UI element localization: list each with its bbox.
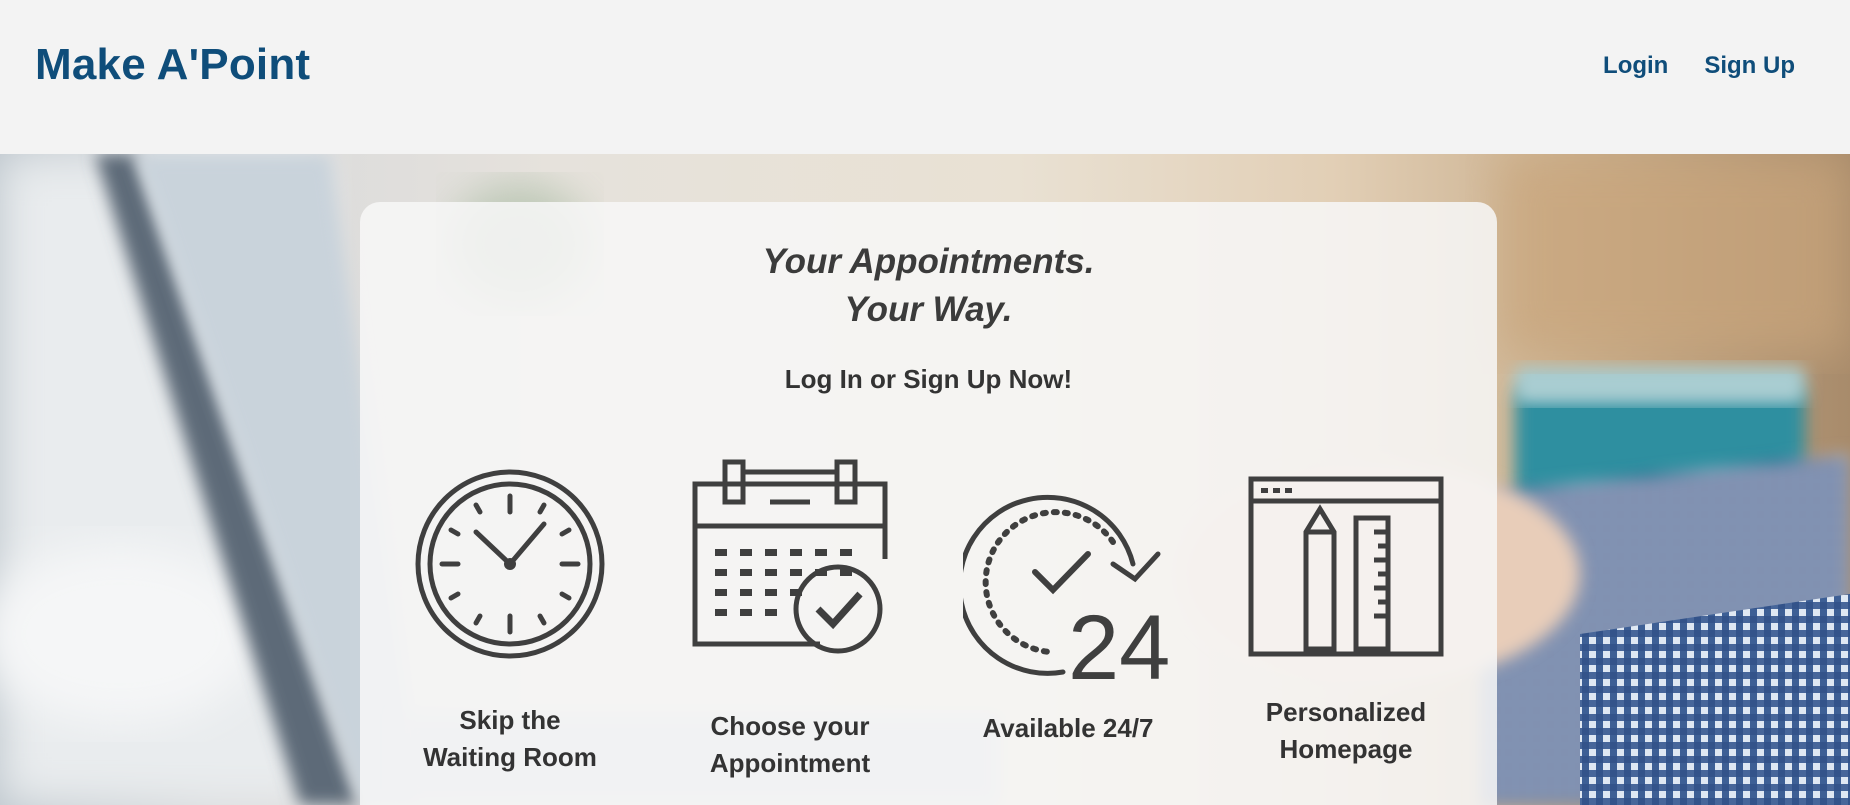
feature-label: Personalized Homepage — [1226, 694, 1466, 768]
svg-text:24: 24 — [1068, 597, 1170, 694]
feature-label-line-1: Available 24/7 — [982, 713, 1154, 743]
personalized-homepage-icon — [1248, 476, 1444, 657]
nav-links: Login Sign Up — [1603, 52, 1795, 80]
feature-label-line-2: Homepage — [1279, 734, 1413, 764]
hero-subhead: Log In or Sign Up Now! — [784, 364, 1073, 394]
clock-icon — [415, 469, 605, 659]
sign-up-link[interactable]: Sign Up — [1704, 52, 1795, 80]
feature-skip-waiting-room: Skip the Waiting Room — [390, 464, 630, 784]
feature-label-line-2: Waiting Room — [423, 742, 597, 772]
brand-logo-link[interactable]: Make A'Point — [35, 40, 310, 90]
available-24-7-icon: 24 — [963, 494, 1170, 694]
welcome-card: Your Appointments. Your Way. Log In or S… — [360, 202, 1497, 805]
feature-label-line-1: Personalized — [1265, 697, 1427, 727]
feature-label: Available 24/7 — [948, 710, 1188, 747]
headline-line-2: Your Way. — [844, 290, 1013, 329]
feature-available-24-7: 24 Available 24/7 — [948, 464, 1188, 784]
navbar: Make A'Point Login Sign Up — [0, 0, 1850, 154]
hero-section: Your Appointments. Your Way. Log In or S… — [0, 154, 1850, 805]
calendar-check-icon — [692, 459, 888, 654]
feature-label-line-1: Choose your — [710, 711, 870, 741]
headline-line-1: Your Appointments. — [762, 242, 1095, 281]
feature-label-line-2: Appointment — [709, 748, 871, 778]
feature-label-line-1: Skip the — [459, 705, 561, 735]
feature-choose-appointment: Choose your Appointment — [670, 459, 910, 784]
feature-personalized-homepage: Personalized Homepage — [1226, 464, 1466, 784]
login-link[interactable]: Login — [1603, 52, 1668, 80]
feature-label: Choose your Appointment — [670, 708, 910, 782]
hero-headline: Your Appointments. Your Way. — [360, 238, 1497, 334]
feature-label: Skip the Waiting Room — [390, 702, 630, 776]
